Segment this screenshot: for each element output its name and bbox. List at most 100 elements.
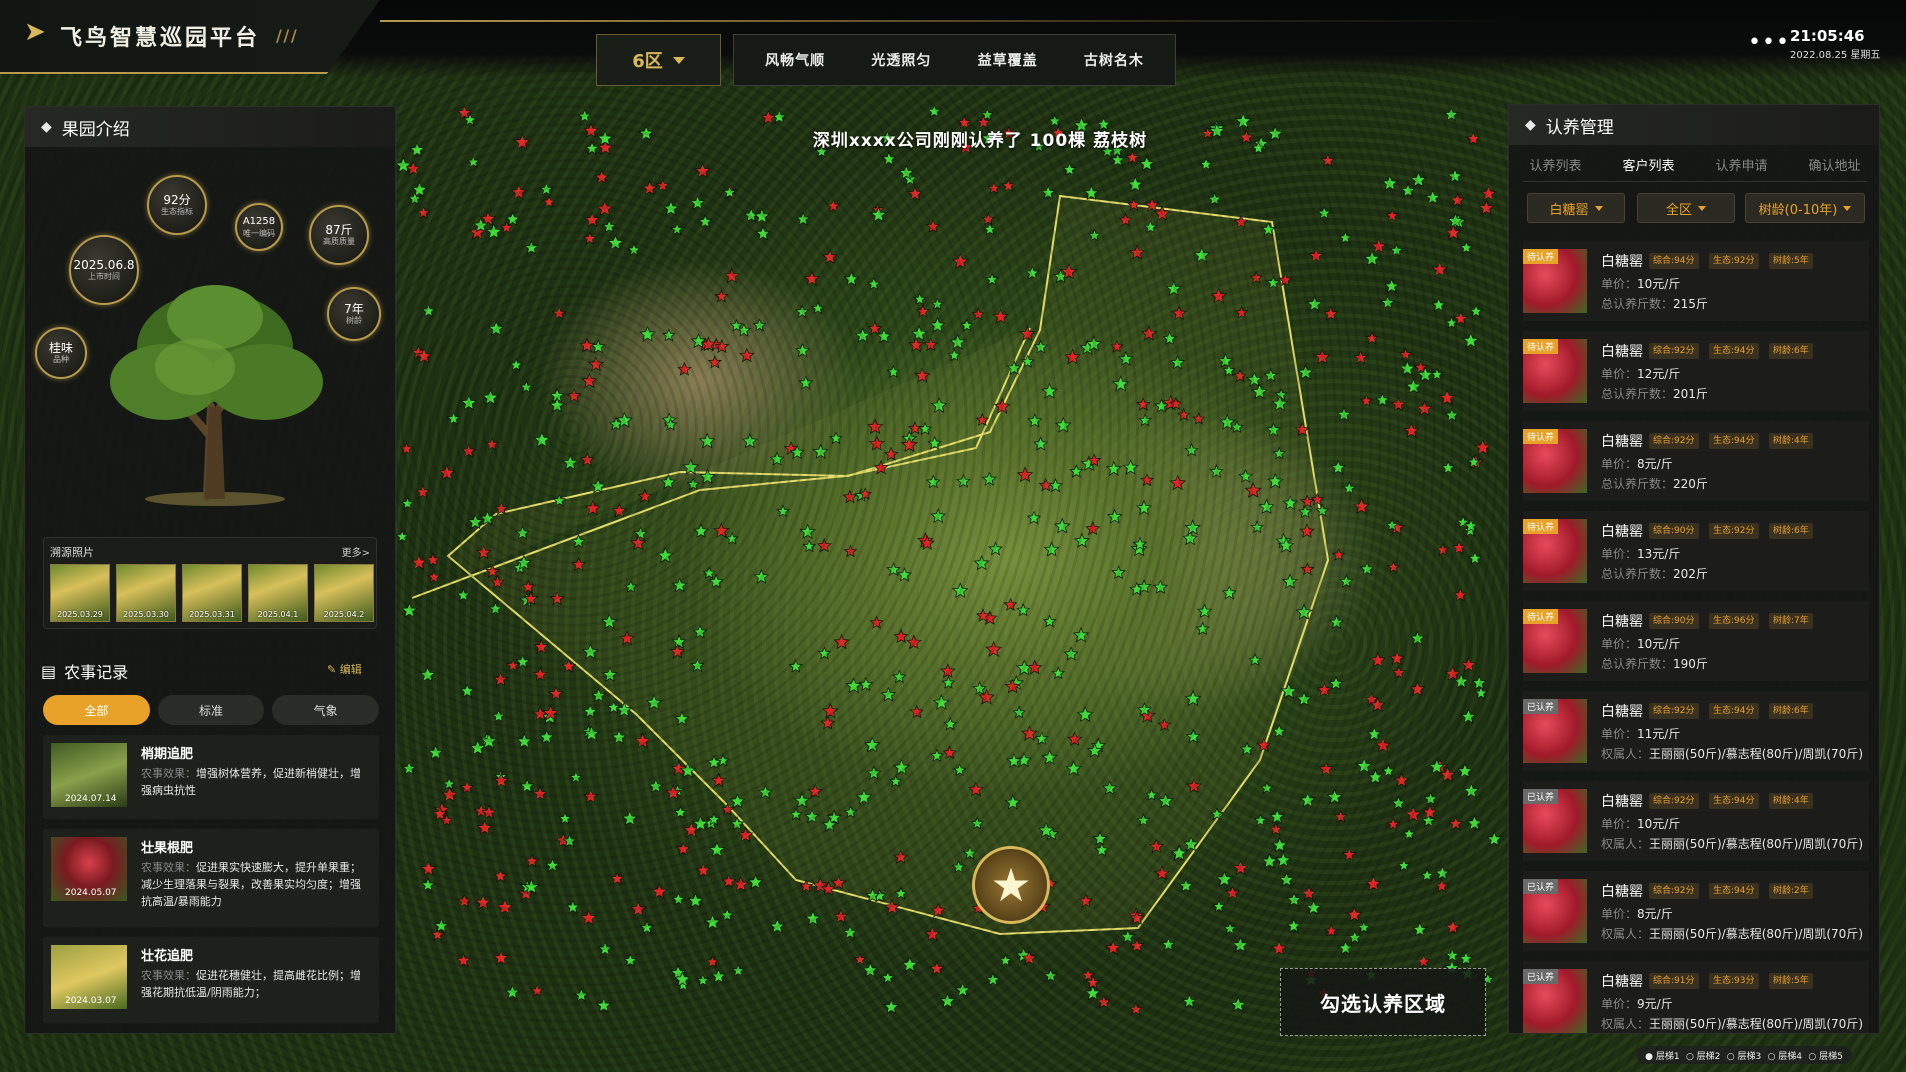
adopted-tree-marker[interactable] [1370,238,1387,254]
adopted-tree-marker[interactable] [582,122,600,138]
adopted-tree-marker[interactable] [1153,204,1171,222]
available-tree-marker[interactable] [673,805,688,819]
available-tree-marker[interactable] [1101,780,1118,796]
available-tree-marker[interactable] [947,348,962,362]
adopted-tree-marker[interactable] [1294,421,1310,437]
available-tree-marker[interactable] [1450,213,1467,229]
adopted-tree-marker[interactable] [1168,396,1183,411]
available-tree-marker[interactable] [1207,191,1222,206]
available-tree-marker[interactable] [1178,877,1194,893]
available-tree-marker[interactable] [752,318,767,332]
available-tree-marker[interactable] [1460,708,1477,724]
available-tree-marker[interactable] [1080,455,1098,472]
adopted-tree-marker[interactable] [479,210,497,227]
adopted-tree-marker[interactable] [842,489,858,504]
adopted-tree-marker[interactable] [1316,681,1333,698]
tab-customer-list[interactable]: 客户列表 [1622,155,1674,183]
adopted-tree-marker[interactable] [1148,838,1165,854]
adopted-tree-marker[interactable] [1313,348,1331,365]
adopted-tree-marker[interactable] [579,337,595,353]
available-tree-marker[interactable] [927,435,942,450]
adopted-tree-marker[interactable] [1171,305,1187,321]
available-tree-marker[interactable] [729,816,745,831]
available-tree-marker[interactable] [1199,157,1213,171]
available-tree-marker[interactable] [753,207,771,224]
available-tree-marker[interactable] [401,602,418,618]
available-tree-marker[interactable] [1367,768,1384,785]
available-tree-marker[interactable] [951,859,966,874]
available-tree-marker[interactable] [590,687,607,703]
available-tree-marker[interactable] [663,417,678,431]
available-tree-marker[interactable] [973,554,990,571]
more-icon[interactable]: ••• [1748,30,1790,55]
tab-adopt-apply[interactable]: 认养申请 [1715,155,1767,183]
adopted-tree-marker[interactable] [1452,310,1469,326]
adopted-tree-marker[interactable] [420,860,437,877]
adopted-tree-marker[interactable] [1300,494,1315,508]
adopted-tree-marker[interactable] [494,501,509,515]
available-tree-marker[interactable] [595,997,612,1013]
available-tree-marker[interactable] [1286,918,1302,933]
available-tree-marker[interactable] [1459,240,1474,254]
available-tree-marker[interactable] [880,686,897,702]
available-tree-marker[interactable] [1463,518,1479,533]
available-tree-marker[interactable] [1076,705,1094,723]
available-tree-marker[interactable] [1112,375,1130,392]
adopted-tree-marker[interactable] [432,806,448,821]
available-tree-marker[interactable] [1444,947,1460,962]
available-tree-marker[interactable] [519,879,535,894]
available-tree-marker[interactable] [633,526,648,541]
available-tree-marker[interactable] [842,924,858,940]
available-tree-marker[interactable] [789,444,805,460]
adopted-tree-marker[interactable] [939,663,956,679]
available-tree-marker[interactable] [769,451,785,466]
adopted-tree-marker[interactable] [1001,178,1016,192]
available-tree-marker[interactable] [562,833,577,848]
adopted-tree-marker[interactable] [909,704,925,719]
available-tree-marker[interactable] [1136,499,1152,516]
available-tree-marker[interactable] [515,654,531,669]
adopted-tree-marker[interactable] [619,630,635,646]
adopted-tree-marker[interactable] [713,522,730,539]
adopted-tree-marker[interactable] [1278,272,1293,287]
available-tree-marker[interactable] [888,774,903,788]
adopted-tree-marker[interactable] [739,347,755,363]
available-tree-marker[interactable] [880,970,895,984]
adopted-tree-marker[interactable] [820,881,837,896]
adopted-tree-marker[interactable] [985,640,1003,657]
adopted-tree-marker[interactable] [542,195,556,209]
tab-light[interactable]: 光透照匀 [871,50,931,70]
available-tree-marker[interactable] [1328,675,1344,691]
available-tree-marker[interactable] [1006,360,1022,375]
adopted-tree-marker[interactable] [1444,224,1462,241]
adopted-tree-marker[interactable] [493,772,510,788]
available-tree-marker[interactable] [1265,422,1282,437]
available-tree-marker[interactable] [952,763,967,777]
available-tree-marker[interactable] [581,643,599,660]
available-tree-marker[interactable] [690,658,705,673]
adopted-tree-marker[interactable] [1128,1002,1143,1016]
available-tree-marker[interactable] [523,878,540,895]
available-tree-marker[interactable] [541,708,559,725]
adopted-tree-marker[interactable] [1436,542,1450,557]
adopted-tree-marker[interactable] [410,554,428,570]
adopted-tree-marker[interactable] [803,270,821,287]
adopted-tree-marker[interactable] [461,443,477,458]
adopted-tree-marker[interactable] [582,788,599,804]
available-tree-marker[interactable] [419,666,436,683]
photo-thumb[interactable]: 2025.03.30 [116,564,176,622]
adoption-card[interactable]: 待认养 白糖罂 综合:92分 生态:94分 树龄:6年 单价：12元/斤 总认养… [1523,331,1869,411]
adopted-tree-marker[interactable] [1126,197,1141,211]
available-tree-marker[interactable] [1258,498,1275,515]
adopted-tree-marker[interactable] [1434,878,1449,893]
adopted-tree-marker[interactable] [587,356,604,372]
available-tree-marker[interactable] [1263,367,1279,382]
adopted-tree-marker[interactable] [1233,214,1249,229]
available-tree-marker[interactable] [1054,416,1072,433]
available-tree-marker[interactable] [1440,460,1456,475]
available-tree-marker[interactable] [912,292,927,306]
available-tree-marker[interactable] [1430,297,1447,312]
adopted-tree-marker[interactable] [1154,865,1170,881]
available-tree-marker[interactable] [411,181,428,198]
available-tree-marker[interactable] [1423,791,1438,806]
